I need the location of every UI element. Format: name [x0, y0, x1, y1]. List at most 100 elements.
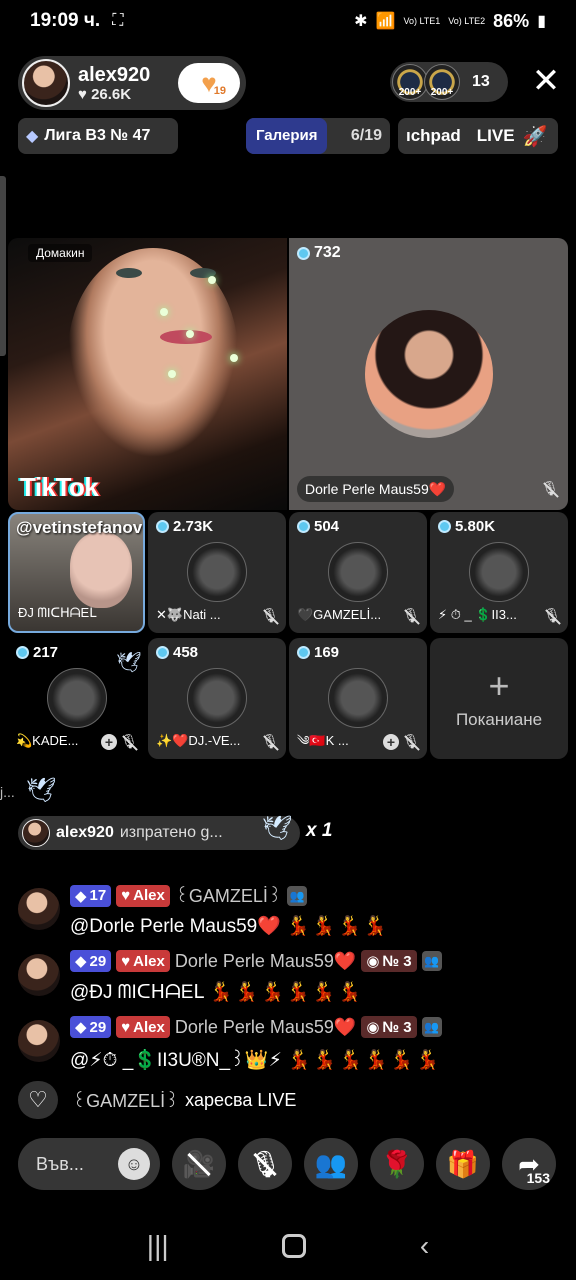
level-value: 29: [89, 952, 107, 970]
chat-comment[interactable]: ◆ 29 ♥ Alex Dorle Perle Maus59❤️ ◉ № 3 👥 @⚡…: [18, 1016, 558, 1071]
guest-name: ✨❤️DJ.-VE...: [156, 733, 241, 748]
gift-banner[interactable]: alex920 изпратено g...: [18, 816, 300, 850]
video-camera-icon: 🎥: [182, 1148, 216, 1179]
rank-badge: ◉ № 3: [361, 950, 417, 972]
share-button[interactable]: ➦ 153: [502, 1138, 556, 1190]
comment-mention: @⚡⏱ _💲II3U®N_꒱👑⚡: [70, 1050, 282, 1071]
coin-count: 2.73K: [173, 518, 214, 535]
comment-emojis: 💃💃💃💃💃💃: [287, 1050, 442, 1071]
bluetooth-icon: ✱: [354, 13, 368, 30]
home-icon[interactable]: [282, 1234, 307, 1258]
guests-button[interactable]: 👥: [304, 1138, 358, 1190]
guest-avatar: [187, 668, 247, 728]
comment-mention: @Dorle Perle Maus59❤️: [70, 916, 281, 937]
coin-badge: 504: [297, 518, 339, 535]
guest-avatar: [365, 310, 493, 438]
invite-label: Покани​ане: [455, 709, 543, 729]
level-badge: ◆ 29: [70, 1016, 112, 1038]
guest-name: 💫KADE...: [16, 733, 79, 748]
rose-gift-button[interactable]: 🌹: [370, 1138, 424, 1190]
emoji-icon[interactable]: ☺: [118, 1148, 150, 1180]
top-viewer-avatar[interactable]: 200+: [424, 64, 460, 100]
guest-tile[interactable]: 169 ༄🇹🇷K ... +: [289, 638, 427, 759]
level-value: 17: [89, 887, 107, 904]
gallery-button[interactable]: Галерия 6/19: [246, 118, 390, 154]
diamond-icon: ◆: [26, 128, 39, 145]
add-icon[interactable]: +: [383, 734, 399, 750]
add-icon[interactable]: +: [101, 734, 117, 750]
host-tag: Домакин: [28, 244, 93, 262]
launchpad-label: ıchpad: [406, 126, 461, 145]
share-count: 153: [526, 1170, 550, 1186]
mic-muted-icon: [260, 733, 280, 753]
guest-tile-main[interactable]: 732 Dorle Perle Maus59❤️: [289, 238, 568, 510]
launchpad-button[interactable]: ıchpad LIVE 🚀: [398, 118, 558, 154]
recent-apps-icon[interactable]: |||: [147, 1230, 169, 1262]
fan-club-name: Alex: [133, 887, 165, 904]
level-badge: ◆ 29: [70, 950, 112, 972]
side-drawer-handle[interactable]: [0, 176, 6, 356]
medal-icon: ◉: [366, 953, 380, 970]
guest-tile[interactable]: 2.73K ✕🐺Nati ...: [148, 512, 286, 633]
top-viewer-avatar[interactable]: 200+: [392, 64, 428, 100]
commenter-name[interactable]: ꒰GAMZELİ꒱: [175, 884, 282, 907]
league-label: Лига В3 № 47: [44, 127, 151, 144]
medal-icon: ◉: [366, 1019, 380, 1036]
guest-tile[interactable]: 458 ✨❤️DJ.-VE...: [148, 638, 286, 759]
liker-name[interactable]: ꒰GAMZELİ꒱: [72, 1089, 179, 1112]
network-2-label: Vo) LTE2: [448, 15, 486, 26]
viewers-pill[interactable]: 200+ 200+ 13: [390, 62, 508, 102]
chat-comment[interactable]: ◆ 17 ♥ Alex ꒰GAMZELİ꒱ 👥 @Dorle Perle Maus5…: [18, 884, 558, 937]
follow-button[interactable]: ♥ 19: [178, 63, 240, 103]
comment-input[interactable]: Във... ☺: [18, 1138, 160, 1190]
guest-avatar: [328, 668, 388, 728]
league-badge[interactable]: ◆ Лига В3 № 47: [18, 118, 178, 154]
chat-comment[interactable]: ◆ 29 ♥ Alex Dorle Perle Maus59❤️ ◉ № 3 👥 @Đ…: [18, 950, 558, 1003]
gift-button[interactable]: 🎁: [436, 1138, 490, 1190]
camera-off-button[interactable]: 🎥: [172, 1138, 226, 1190]
role-icon: 👥: [421, 951, 442, 971]
screenshot-icon: ⛶: [112, 12, 124, 29]
commenter-avatar[interactable]: [18, 888, 60, 930]
comment-emojis: 💃💃💃💃: [286, 916, 389, 937]
coin-badge: 5.80K: [438, 518, 495, 535]
coin-badge: 2.73K: [156, 518, 213, 535]
commenter-name[interactable]: Dorle Perle Maus59❤️: [175, 1017, 357, 1038]
host-avatar[interactable]: [22, 59, 70, 107]
coin-badge: 217: [16, 644, 58, 661]
diamond-icon: ◆: [75, 953, 87, 970]
gift-icon: 🎁: [446, 1148, 480, 1179]
comment-placeholder: Във...: [36, 1153, 84, 1174]
viewer-count: 13: [472, 73, 490, 90]
role-icon: 👥: [286, 885, 307, 906]
guest-tile[interactable]: 5.80K ⚡ ⏱ _ 💲II3...: [430, 512, 568, 633]
guest-tile[interactable]: 217 🕊 💫KADE... +: [8, 638, 145, 759]
fan-club-badge: ♥ Alex: [116, 950, 170, 972]
close-icon[interactable]: ✕: [528, 64, 564, 98]
commenter-avatar[interactable]: [18, 954, 60, 996]
guest-name: Dorle Perle Maus59❤️: [297, 476, 455, 502]
back-icon[interactable]: ‹: [420, 1230, 429, 1262]
host-video-tile[interactable]: Домакин TikTok: [8, 238, 287, 510]
host-profile-pill[interactable]: alex920 ♥ 26.6K ♥ 19: [18, 56, 246, 110]
diamond-icon: ◆: [75, 887, 87, 905]
rank-badge: ◉ № 3: [361, 1016, 417, 1038]
commenter-name[interactable]: Dorle Perle Maus59❤️: [175, 951, 357, 972]
like-notification: ♡ ꒰GAMZELİ꒱ харесва LIVE: [18, 1081, 296, 1119]
guest-name: ⚡ ⏱ _ 💲II3...: [438, 607, 517, 622]
plus-icon: +: [488, 664, 510, 706]
comment-text: @ĐJ ᗰIᑕᕼᗩEᒪ 💃💃💃💃💃💃: [70, 980, 363, 1004]
fan-club-badge: ♥ Alex: [116, 1016, 170, 1038]
coin-count: 217: [33, 644, 59, 661]
rocket-icon: 🚀: [522, 125, 548, 148]
invite-button[interactable]: + Покани​ане: [430, 638, 568, 759]
heart-outline-icon[interactable]: ♡: [18, 1081, 58, 1119]
heart-icon: ♥: [121, 1018, 131, 1036]
guest-tile[interactable]: 504 🖤GAMZELİ...: [289, 512, 427, 633]
guest-tile[interactable]: @vetinstefanov ĐJ ᗰIᑕᕼᗩEᒪ: [8, 512, 145, 633]
coin-count: 169: [314, 644, 340, 661]
mic-off-button[interactable]: 🎙: [238, 1138, 292, 1190]
commenter-avatar[interactable]: [18, 1020, 60, 1062]
comment-text: @⚡⏱ _💲II3U®N_꒱👑⚡ 💃💃💃💃💃💃: [70, 1046, 441, 1072]
gallery-count: 6/19: [350, 127, 382, 144]
